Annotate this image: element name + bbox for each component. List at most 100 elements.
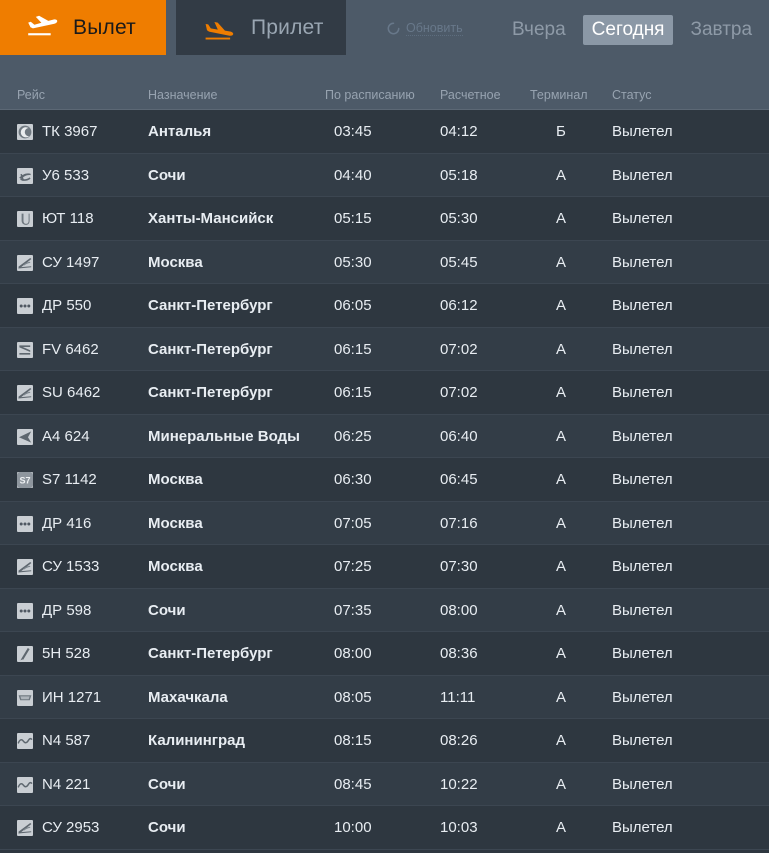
flight-number: SU 6462 (42, 371, 100, 415)
table-row[interactable]: ИН 1271Махачкала08:0511:11АВылетел (0, 676, 769, 720)
column-headers: Рейс Назначение По расписанию Расчетное … (0, 82, 769, 110)
flight-estimated-time: 10:22 (440, 763, 510, 807)
flight-number: FV 6462 (42, 328, 99, 372)
aeroflot-logo (17, 385, 33, 401)
flight-destination: Ханты-Мансийск (148, 197, 273, 241)
flight-number: ИН 1271 (42, 676, 101, 720)
column-header-scheduled: По расписанию (325, 88, 415, 102)
column-header-flight: Рейс (17, 88, 45, 102)
flight-list: ТК 3967Анталья03:4504:12БВылетелУ6 533Со… (0, 110, 769, 850)
table-row[interactable]: ДР 598Сочи07:3508:00АВылетел (0, 589, 769, 633)
flight-estimated-time: 08:00 (440, 589, 510, 633)
flight-terminal: А (556, 806, 586, 850)
table-row[interactable]: СУ 1533Москва07:2507:30АВылетел (0, 545, 769, 589)
flight-terminal: А (556, 284, 586, 328)
mode-tabs: Вылет Прилет (0, 0, 346, 55)
table-row[interactable]: У6 533Сочи04:4005:18АВылетел (0, 154, 769, 198)
flight-status: Вылетел (612, 632, 673, 676)
flight-destination: Москва (148, 458, 203, 502)
flight-destination: Сочи (148, 154, 186, 198)
table-row[interactable]: S7S7 1142Москва06:3006:45АВылетел (0, 458, 769, 502)
flight-scheduled-time: 06:15 (334, 371, 404, 415)
flight-number: 5Н 528 (42, 632, 90, 676)
flight-status: Вылетел (612, 806, 673, 850)
flight-estimated-time: 11:11 (440, 676, 510, 720)
day-selector: Вчера Сегодня Завтра (503, 15, 761, 45)
pobeda-logo (17, 603, 33, 619)
flight-status: Вылетел (612, 110, 673, 154)
table-row[interactable]: ДР 550Санкт-Петербург06:0506:12АВылетел (0, 284, 769, 328)
table-row[interactable]: ЮТ 118Ханты-Мансийск05:1505:30АВылетел (0, 197, 769, 241)
flight-destination: Сочи (148, 806, 186, 850)
flight-terminal: А (556, 328, 586, 372)
table-row[interactable]: 5Н 528Санкт-Петербург08:0008:36АВылетел (0, 632, 769, 676)
pobeda-logo (17, 516, 33, 532)
flight-destination: Минеральные Воды (148, 415, 300, 459)
flight-terminal: А (556, 502, 586, 546)
table-row[interactable]: СУ 1497Москва05:3005:45АВылетел (0, 241, 769, 285)
refresh-button[interactable]: Обновить (387, 21, 463, 36)
day-tomorrow[interactable]: Завтра (681, 15, 761, 45)
table-row[interactable]: SU 6462Санкт-Петербург06:1507:02АВылетел (0, 371, 769, 415)
turkish-airlines-logo (17, 124, 33, 140)
flight-estimated-time: 08:36 (440, 632, 510, 676)
flight-status: Вылетел (612, 371, 673, 415)
flight-status: Вылетел (612, 284, 673, 328)
flight-scheduled-time: 05:30 (334, 241, 404, 285)
flight-number: СУ 2953 (42, 806, 99, 850)
flight-estimated-time: 08:26 (440, 719, 510, 763)
flight-terminal: А (556, 458, 586, 502)
flight-destination: Санкт-Петербург (148, 632, 273, 676)
flight-terminal: Б (556, 110, 586, 154)
flight-scheduled-time: 10:00 (334, 806, 404, 850)
flight-terminal: А (556, 241, 586, 285)
tab-departures[interactable]: Вылет (0, 0, 166, 55)
flight-scheduled-time: 08:15 (334, 719, 404, 763)
table-row[interactable]: СУ 2953Сочи10:0010:03АВылетел (0, 806, 769, 850)
flight-terminal: А (556, 763, 586, 807)
flight-estimated-time: 06:12 (440, 284, 510, 328)
aeroflot-logo (17, 820, 33, 836)
flight-number: S7 1142 (42, 458, 97, 502)
flight-estimated-time: 07:30 (440, 545, 510, 589)
table-row[interactable]: ТК 3967Анталья03:4504:12БВылетел (0, 110, 769, 154)
s7-airlines-logo: S7 (17, 472, 33, 488)
flight-terminal: А (556, 415, 586, 459)
table-row[interactable]: A4 624Минеральные Воды06:2506:40АВылетел (0, 415, 769, 459)
flight-number: N4 221 (42, 763, 90, 807)
flight-status: Вылетел (612, 241, 673, 285)
table-row[interactable]: N4 587Калининград08:1508:26АВылетел (0, 719, 769, 763)
table-row[interactable]: N4 221Сочи08:4510:22АВылетел (0, 763, 769, 807)
flight-status: Вылетел (612, 763, 673, 807)
flight-estimated-time: 04:12 (440, 110, 510, 154)
tab-arrivals[interactable]: Прилет (176, 0, 346, 55)
flight-number: У6 533 (42, 154, 89, 198)
flight-scheduled-time: 06:30 (334, 458, 404, 502)
column-header-estimated: Расчетное (440, 88, 501, 102)
flight-scheduled-time: 08:05 (334, 676, 404, 720)
flight-terminal: А (556, 719, 586, 763)
flight-estimated-time: 05:18 (440, 154, 510, 198)
flight-destination: Москва (148, 502, 203, 546)
nordwind-logo (17, 733, 33, 749)
flight-scheduled-time: 07:25 (334, 545, 404, 589)
flight-number: A4 624 (42, 415, 90, 459)
flight-terminal: А (556, 676, 586, 720)
flight-terminal: А (556, 545, 586, 589)
column-header-terminal: Терминал (530, 88, 588, 102)
flight-number: СУ 1497 (42, 241, 99, 285)
table-row[interactable]: ДР 416Москва07:0507:16АВылетел (0, 502, 769, 546)
refresh-icon (387, 22, 400, 35)
flight-scheduled-time: 03:45 (334, 110, 404, 154)
utair-logo (17, 211, 33, 227)
flight-number: N4 587 (42, 719, 90, 763)
flight-scheduled-time: 07:05 (334, 502, 404, 546)
flight-status: Вылетел (612, 545, 673, 589)
day-yesterday[interactable]: Вчера (503, 15, 575, 45)
flight-number: ДР 550 (42, 284, 91, 328)
flight-estimated-time: 06:45 (440, 458, 510, 502)
day-today[interactable]: Сегодня (583, 15, 674, 45)
tab-departures-label: Вылет (73, 16, 136, 40)
table-row[interactable]: FV 6462Санкт-Петербург06:1507:02АВылетел (0, 328, 769, 372)
aeroflot-logo (17, 255, 33, 271)
